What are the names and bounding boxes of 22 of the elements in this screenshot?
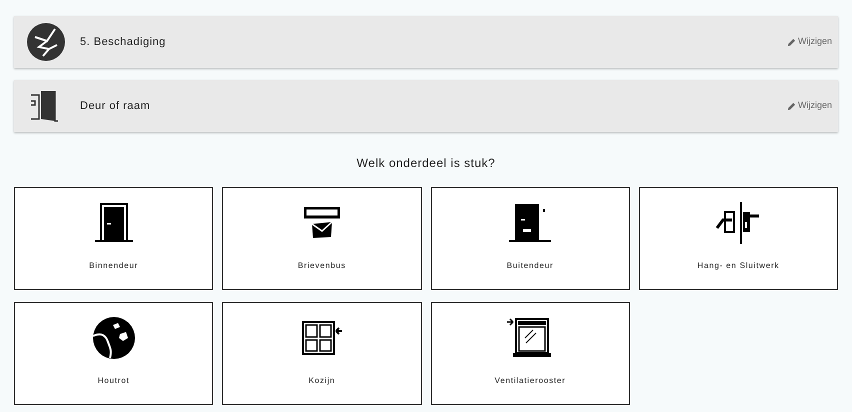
edit-link[interactable]: Wijzigen [786,35,832,49]
question-heading: Welk onderdeel is stuk? [356,155,496,172]
cracked-globe-icon [92,316,136,360]
option-tile[interactable]: Hang- en Sluitwerk [638,187,838,290]
window-frame-icon [302,321,342,355]
mailbox-icon [304,207,340,239]
option-tile[interactable]: Kozijn [222,302,422,405]
option-tile[interactable]: Binnendeur [14,187,214,290]
pencil-icon [786,102,796,110]
edit-link[interactable]: Wijzigen [786,99,832,113]
front-door-icon [509,203,552,243]
cracked-circle-icon [27,23,65,61]
option-tile[interactable]: Buitendeur [430,187,630,290]
option-tile[interactable]: Brievenbus [222,187,422,290]
pencil-icon [786,38,796,46]
door-icon [94,203,133,243]
door-handle-lock-icon [715,202,762,244]
option-tile[interactable]: Ventilatierooster [430,302,630,405]
summary-label: 5. Beschadiging [80,34,166,50]
window-vent-icon [507,318,554,358]
summary-label: Deur of raam [80,98,150,114]
option-tile[interactable]: Houtrot [14,302,214,405]
